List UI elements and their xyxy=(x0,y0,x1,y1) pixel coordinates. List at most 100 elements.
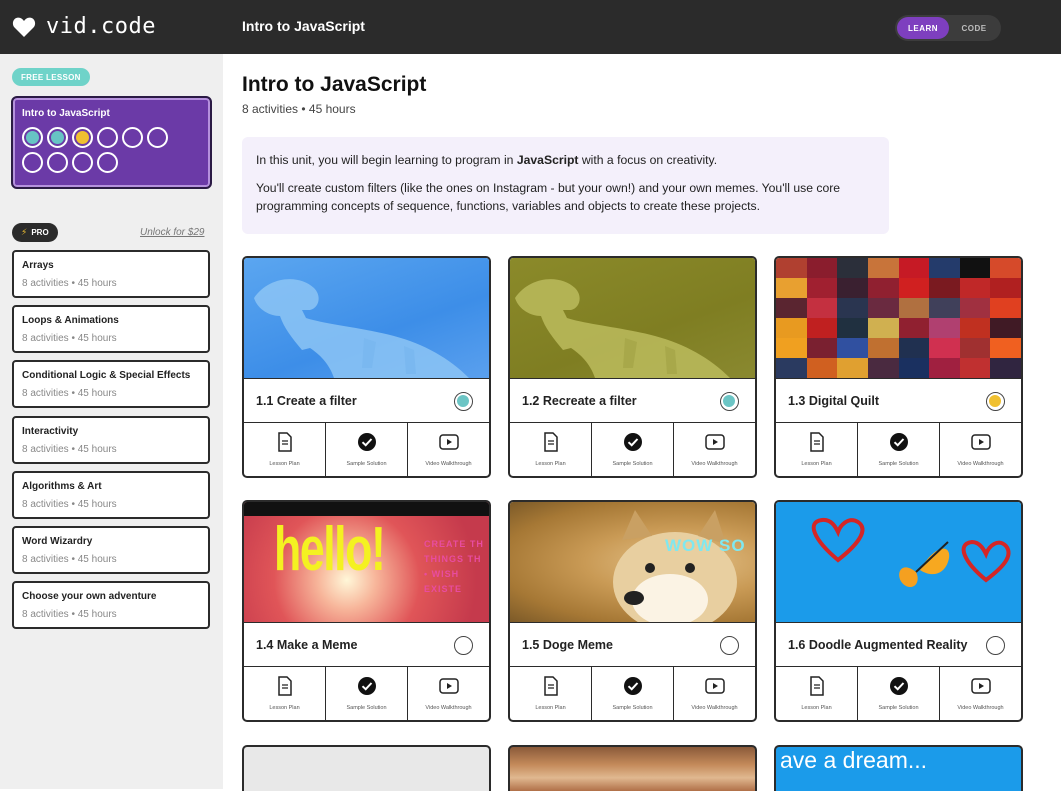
quilt-tile xyxy=(806,318,838,338)
unit-meta: 8 activities • 45 hours xyxy=(22,388,117,399)
unit-summary: 8 activities • 45 hours xyxy=(242,102,356,116)
lesson-plan-button[interactable]: Lesson Plan xyxy=(510,423,592,476)
unit-meta: 8 activities • 45 hours xyxy=(22,333,117,344)
sidebar-unit-loops[interactable]: Loops & Animations 8 activities • 45 hou… xyxy=(12,305,210,353)
lesson-plan-button[interactable]: Lesson Plan xyxy=(244,423,326,476)
unit-name: Arrays xyxy=(22,260,54,271)
unit-meta: 8 activities • 45 hours xyxy=(22,499,117,510)
activity-card-partial[interactable] xyxy=(508,745,757,791)
unit-name: Algorithms & Art xyxy=(22,481,102,492)
logo[interactable]: vid.code xyxy=(12,14,156,39)
description-paragraph: In this unit, you will begin learning to… xyxy=(256,153,718,167)
toggle-learn[interactable]: LEARN xyxy=(897,17,949,39)
checkmark-icon xyxy=(623,676,643,696)
unit-name: Interactivity xyxy=(22,426,79,437)
progress-dot xyxy=(122,127,143,148)
lesson-plan-button[interactable]: Lesson Plan xyxy=(510,667,592,720)
page-title: Intro to JavaScript xyxy=(242,73,427,96)
quilt-tile xyxy=(867,338,899,358)
quilt-tile xyxy=(929,298,960,318)
quilt-tile xyxy=(867,258,899,278)
sample-solution-button[interactable]: Sample Solution xyxy=(592,667,674,720)
video-walkthrough-button[interactable]: Video Walkthrough xyxy=(940,423,1021,476)
play-icon xyxy=(438,432,459,452)
sidebar-unit-algorithms[interactable]: Algorithms & Art 8 activities • 45 hours xyxy=(12,471,210,519)
activity-actions: Lesson Plan Sample Solution Video Walkthro… xyxy=(510,667,755,720)
progress-dot xyxy=(147,127,168,148)
activity-card[interactable]: 1.2 Recreate a filter Lesson Plan Sample S… xyxy=(508,256,757,478)
activity-title: 1.4 Make a Meme xyxy=(256,638,358,652)
document-icon xyxy=(541,676,561,696)
sidebar-unit-conditional[interactable]: Conditional Logic & Special Effects 8 ac… xyxy=(12,360,210,408)
progress-dot xyxy=(22,127,43,148)
activity-title-row: 1.3 Digital Quilt xyxy=(776,378,1021,423)
lesson-plan-button[interactable]: Lesson Plan xyxy=(244,667,326,720)
video-walkthrough-button[interactable]: Video Walkthrough xyxy=(674,423,755,476)
sample-solution-button[interactable]: Sample Solution xyxy=(858,423,940,476)
quilt-tile xyxy=(806,258,838,278)
status-indicator xyxy=(986,392,1005,411)
document-icon xyxy=(807,432,827,452)
unit-description: In this unit, you will begin learning to… xyxy=(242,137,889,234)
activity-actions: Lesson Plan Sample Solution Video Walkthro… xyxy=(776,667,1021,720)
quilt-tile xyxy=(776,338,807,358)
status-indicator xyxy=(720,636,739,655)
activity-thumbnail xyxy=(510,258,755,378)
activity-title-row: 1.4 Make a Meme xyxy=(244,622,489,667)
sidebar-unit-word-wizardry[interactable]: Word Wizardry 8 activities • 45 hours xyxy=(12,526,210,574)
unit-meta: 8 activities • 45 hours xyxy=(22,278,117,289)
quilt-tile xyxy=(776,258,807,278)
activity-title: 1.1 Create a filter xyxy=(256,394,357,408)
sample-solution-button[interactable]: Sample Solution xyxy=(858,667,940,720)
sidebar-unit-adventure[interactable]: Choose your own adventure 8 activities •… xyxy=(12,581,210,629)
quilt-tile xyxy=(806,358,838,378)
logo-text: vid.code xyxy=(46,14,156,39)
doodle-image xyxy=(811,517,1011,588)
lesson-plan-button[interactable]: Lesson Plan xyxy=(776,423,858,476)
pro-label: PRO xyxy=(31,228,49,237)
activity-thumbnail xyxy=(776,502,1021,622)
sidebar-unit-intro-js[interactable]: Intro to JavaScript xyxy=(11,96,212,189)
quilt-tile xyxy=(898,258,930,278)
quilt-tile xyxy=(837,358,868,378)
pro-badge: ⚡ PRO xyxy=(12,223,58,242)
sample-solution-button[interactable]: Sample Solution xyxy=(326,423,408,476)
unit-name: Word Wizardry xyxy=(22,536,93,547)
free-lesson-badge: FREE LESSON xyxy=(12,68,90,86)
activity-thumbnail: WOW SO xyxy=(510,502,755,622)
activity-title: 1.5 Doge Meme xyxy=(522,638,614,652)
toggle-code[interactable]: CODE xyxy=(949,17,999,39)
quilt-tile xyxy=(867,278,899,298)
sample-solution-button[interactable]: Sample Solution xyxy=(326,667,408,720)
page-title-header: Intro to JavaScript xyxy=(242,18,365,34)
activity-card-partial[interactable] xyxy=(242,745,491,791)
progress-dot xyxy=(22,152,43,173)
unit-meta: 8 activities • 45 hours xyxy=(22,444,117,455)
video-walkthrough-button[interactable]: Video Walkthrough xyxy=(940,667,1021,720)
unlock-link[interactable]: Unlock for $29 xyxy=(140,227,204,238)
status-indicator xyxy=(986,636,1005,655)
video-walkthrough-button[interactable]: Video Walkthrough xyxy=(408,423,489,476)
progress-dot xyxy=(72,127,93,148)
lesson-plan-button[interactable]: Lesson Plan xyxy=(776,667,858,720)
play-icon xyxy=(704,676,725,696)
activity-card-partial[interactable]: ave a dream... xyxy=(774,745,1023,791)
quilt-tile xyxy=(867,318,899,338)
quilt-tile xyxy=(898,338,930,358)
quilt-tile xyxy=(776,358,807,378)
progress-dot xyxy=(97,127,118,148)
sidebar-unit-arrays[interactable]: Arrays 8 activities • 45 hours xyxy=(12,250,210,298)
activity-card[interactable]: 1.3 Digital Quilt Lesson Plan Sample Solut… xyxy=(774,256,1023,478)
activity-card[interactable]: 1.6 Doodle Augmented Reality Lesson Plan S… xyxy=(774,500,1023,722)
activity-card[interactable]: hello! CREATE TH THINGS TH • WISH EXISTE 1.4 … xyxy=(242,500,491,722)
play-icon xyxy=(704,432,725,452)
activity-card[interactable]: 1.1 Create a filter Lesson Plan Sample Sol… xyxy=(242,256,491,478)
activity-title-row: 1.6 Doodle Augmented Reality xyxy=(776,622,1021,667)
video-walkthrough-button[interactable]: Video Walkthrough xyxy=(674,667,755,720)
sidebar-unit-interactivity[interactable]: Interactivity 8 activities • 45 hours xyxy=(12,416,210,464)
video-walkthrough-button[interactable]: Video Walkthrough xyxy=(408,667,489,720)
unit-meta: 8 activities • 45 hours xyxy=(22,554,117,565)
sample-solution-button[interactable]: Sample Solution xyxy=(592,423,674,476)
activity-actions: Lesson Plan Sample Solution Video Walkthro… xyxy=(776,423,1021,476)
activity-card[interactable]: WOW SO 1.5 Doge Meme Lesson Plan Sample Sol… xyxy=(508,500,757,722)
